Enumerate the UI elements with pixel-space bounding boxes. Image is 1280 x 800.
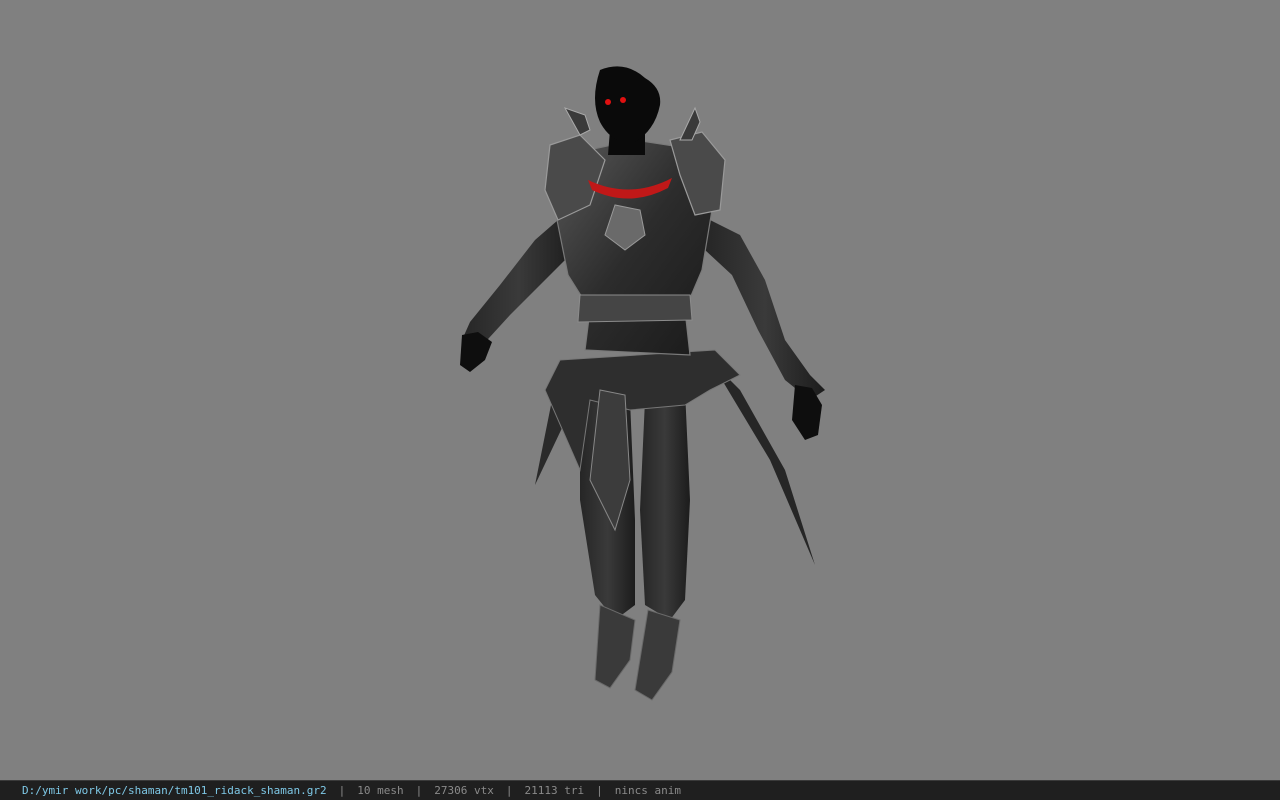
waist-belt	[577, 294, 693, 323]
skirt	[544, 349, 741, 472]
triangle-count: 21113 tri	[524, 784, 585, 797]
file-path: D:/ymir work/pc/shaman/tm101_ridack_sham…	[22, 784, 327, 797]
head	[595, 66, 661, 143]
right-boot	[634, 609, 681, 701]
right-leg	[640, 390, 690, 620]
left-boot	[594, 604, 636, 689]
left-shoulder-horn	[563, 107, 591, 136]
vertex-count: 27306 vtx	[434, 784, 494, 797]
character-model[interactable]	[440, 60, 840, 710]
separator: |	[338, 784, 346, 797]
left-arm	[462, 220, 575, 350]
animation-status: nincs anim	[614, 784, 681, 797]
3d-viewport[interactable]	[0, 0, 1280, 780]
left-eye	[605, 99, 611, 105]
mesh-count: 10 mesh	[357, 784, 404, 797]
status-bar: D:/ymir work/pc/shaman/tm101_ridack_sham…	[0, 780, 1280, 800]
right-eye	[620, 97, 626, 103]
separator: |	[415, 784, 423, 797]
separator: |	[505, 784, 513, 797]
separator: |	[596, 784, 603, 797]
